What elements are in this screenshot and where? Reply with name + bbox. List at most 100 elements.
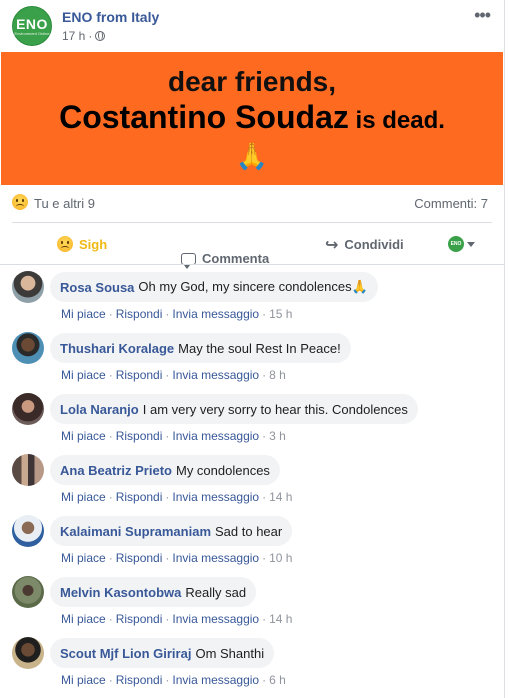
eno-logo-text: ENO bbox=[16, 15, 48, 32]
like-link[interactable]: Mi piace bbox=[61, 612, 106, 626]
comment-author[interactable]: Ana Beatriz Prieto bbox=[60, 463, 172, 478]
comment-text: May the soul Rest In Peace! bbox=[178, 340, 341, 356]
comment-text: Oh my God, my sincere condolences🙏 bbox=[138, 279, 368, 294]
avatar[interactable] bbox=[12, 637, 44, 669]
sigh-button[interactable]: Sigh bbox=[57, 228, 107, 260]
react-as-selector[interactable]: ENO bbox=[448, 228, 475, 260]
comment-time[interactable]: 10 h bbox=[269, 551, 292, 565]
comment-time[interactable]: 14 h bbox=[269, 490, 292, 504]
comment-item: Lola Naranjo I am very very sorry to hea… bbox=[12, 393, 492, 454]
comment-author[interactable]: Kalaimani Supramaniam bbox=[60, 524, 211, 539]
avatar[interactable] bbox=[12, 332, 44, 364]
avatar[interactable] bbox=[12, 515, 44, 547]
reply-link[interactable]: Rispondi bbox=[116, 551, 163, 565]
comment-item: Melvin Kasontobwa Really sad Mi piace · Ri… bbox=[12, 576, 492, 637]
comment-item: Scout Mjf Lion Giriraj Om Shanthi Mi pia… bbox=[12, 637, 492, 698]
comment-author[interactable]: Melvin Kasontobwa bbox=[60, 585, 181, 600]
reply-link[interactable]: Rispondi bbox=[116, 673, 163, 687]
comment-time[interactable]: 15 h bbox=[269, 307, 292, 321]
comments-count[interactable]: Commenti: 7 bbox=[414, 196, 488, 211]
comment-author[interactable]: Scout Mjf Lion Giriraj bbox=[60, 646, 191, 661]
send-message-link[interactable]: Invia messaggio bbox=[172, 307, 259, 321]
send-message-link[interactable]: Invia messaggio bbox=[172, 612, 259, 626]
comment-bubble: Scout Mjf Lion Giriraj Om Shanthi bbox=[50, 638, 275, 668]
divider bbox=[0, 264, 504, 265]
post-meta: 17 h · bbox=[62, 29, 106, 43]
comment-item: Thushari Koralage May the soul Rest In P… bbox=[12, 332, 492, 393]
comment-time[interactable]: 8 h bbox=[269, 368, 286, 382]
comment-bubble: Lola Naranjo I am very very sorry to hea… bbox=[50, 394, 418, 424]
comment-text: I am very very sorry to hear this. Condo… bbox=[142, 401, 408, 417]
divider bbox=[12, 222, 492, 223]
like-link[interactable]: Mi piace bbox=[61, 490, 106, 504]
comment-author[interactable]: Rosa Sousa bbox=[60, 280, 134, 295]
page-avatar[interactable]: ENO Environment Online bbox=[12, 6, 52, 46]
reply-link[interactable]: Rispondi bbox=[116, 490, 163, 504]
comment-actions: Mi piace · Rispondi · Invia messaggio · 14 h bbox=[61, 612, 293, 626]
sad-icon bbox=[57, 236, 73, 252]
share-label: Condividi bbox=[344, 236, 404, 252]
reply-link[interactable]: Rispondi bbox=[116, 368, 163, 382]
avatar[interactable] bbox=[12, 576, 44, 608]
banner-line2: Costantino Soudaz is dead. bbox=[1, 99, 503, 136]
send-message-link[interactable]: Invia messaggio bbox=[172, 673, 259, 687]
comment-text: Om Shanthi bbox=[195, 645, 265, 661]
send-message-link[interactable]: Invia messaggio bbox=[172, 368, 259, 382]
sad-reaction-icon[interactable] bbox=[12, 194, 28, 210]
comment-time[interactable]: 3 h bbox=[269, 429, 286, 443]
comment-text: Really sad bbox=[185, 584, 247, 600]
comment-author[interactable]: Lola Naranjo bbox=[60, 402, 139, 417]
reactions-summary[interactable]: Tu e altri 9 bbox=[34, 196, 95, 211]
post-time[interactable]: 17 h bbox=[62, 29, 85, 43]
comment-actions: Mi piace · Rispondi · Invia messaggio · 14 h bbox=[61, 490, 293, 504]
banner-is-dead: is dead. bbox=[348, 107, 445, 134]
like-link[interactable]: Mi piace bbox=[61, 368, 106, 382]
send-message-link[interactable]: Invia messaggio bbox=[172, 429, 259, 443]
avatar[interactable] bbox=[12, 271, 44, 303]
comment-item: Rosa Sousa Oh my God, my sincere condole… bbox=[12, 271, 492, 332]
send-message-link[interactable]: Invia messaggio bbox=[172, 551, 259, 565]
globe-icon[interactable] bbox=[95, 31, 106, 41]
post-header: ENO Environment Online ENO from Italy 17… bbox=[12, 6, 492, 46]
comment-item: Ana Beatriz Prieto My condolences Mi pia… bbox=[12, 454, 492, 515]
share-button[interactable]: ↪ Condividi bbox=[325, 228, 404, 260]
post-card: ENO Environment Online ENO from Italy 17… bbox=[0, 0, 505, 698]
comment-actions: Mi piace · Rispondi · Invia messaggio · 8 h bbox=[61, 368, 286, 382]
sigh-label: Sigh bbox=[79, 236, 108, 252]
send-message-link[interactable]: Invia messaggio bbox=[172, 490, 259, 504]
comment-bubble: Rosa Sousa Oh my God, my sincere condole… bbox=[50, 272, 378, 302]
avatar[interactable] bbox=[12, 454, 44, 486]
banner-line1: dear friends, bbox=[167, 66, 337, 97]
comment-bubble: Kalaimani Supramaniam Sad to hear bbox=[50, 516, 293, 546]
comment-actions: Mi piace · Rispondi · Invia messaggio · 3 h bbox=[61, 429, 286, 443]
like-link[interactable]: Mi piace bbox=[61, 307, 106, 321]
comment-icon bbox=[181, 252, 196, 269]
caret-down-icon bbox=[467, 241, 475, 247]
action-bar: Sigh Commenta ↪ Condividi ENO bbox=[12, 228, 492, 269]
page-name-link[interactable]: ENO from Italy bbox=[62, 9, 159, 25]
comment-author[interactable]: Thushari Koralage bbox=[60, 341, 174, 356]
more-options-icon[interactable]: ••• bbox=[474, 6, 491, 24]
comment-item: Kalaimani Supramaniam Sad to hear Mi pia… bbox=[12, 515, 492, 576]
avatar[interactable] bbox=[12, 393, 44, 425]
reply-link[interactable]: Rispondi bbox=[116, 429, 163, 443]
comment-bubble: Thushari Koralage May the soul Rest In P… bbox=[50, 333, 351, 363]
comment-text: My condolences bbox=[175, 462, 270, 478]
like-link[interactable]: Mi piace bbox=[61, 551, 106, 565]
comment-actions: Mi piace · Rispondi · Invia messaggio · 10 h bbox=[61, 551, 293, 565]
reply-link[interactable]: Rispondi bbox=[116, 307, 163, 321]
comment-time[interactable]: 14 h bbox=[269, 612, 292, 626]
meta-separator: · bbox=[88, 29, 93, 43]
reactions-bar: Tu e altri 9 Commenti: 7 bbox=[12, 193, 488, 213]
reply-link[interactable]: Rispondi bbox=[116, 612, 163, 626]
comment-actions: Mi piace · Rispondi · Invia messaggio · 15 h bbox=[61, 307, 293, 321]
comment-text: Sad to hear bbox=[215, 523, 283, 539]
like-link[interactable]: Mi piace bbox=[61, 429, 106, 443]
comment-time[interactable]: 6 h bbox=[269, 673, 286, 687]
eno-logo-subtext: Environment Online bbox=[14, 30, 50, 36]
comment-bubble: Melvin Kasontobwa Really sad bbox=[50, 577, 257, 607]
post-banner-image[interactable]: dear friends, Costantino Soudaz is dead.… bbox=[1, 52, 503, 185]
comment-bubble: Ana Beatriz Prieto My condolences bbox=[50, 455, 280, 485]
page-mini-avatar: ENO bbox=[448, 236, 464, 252]
like-link[interactable]: Mi piace bbox=[61, 673, 106, 687]
